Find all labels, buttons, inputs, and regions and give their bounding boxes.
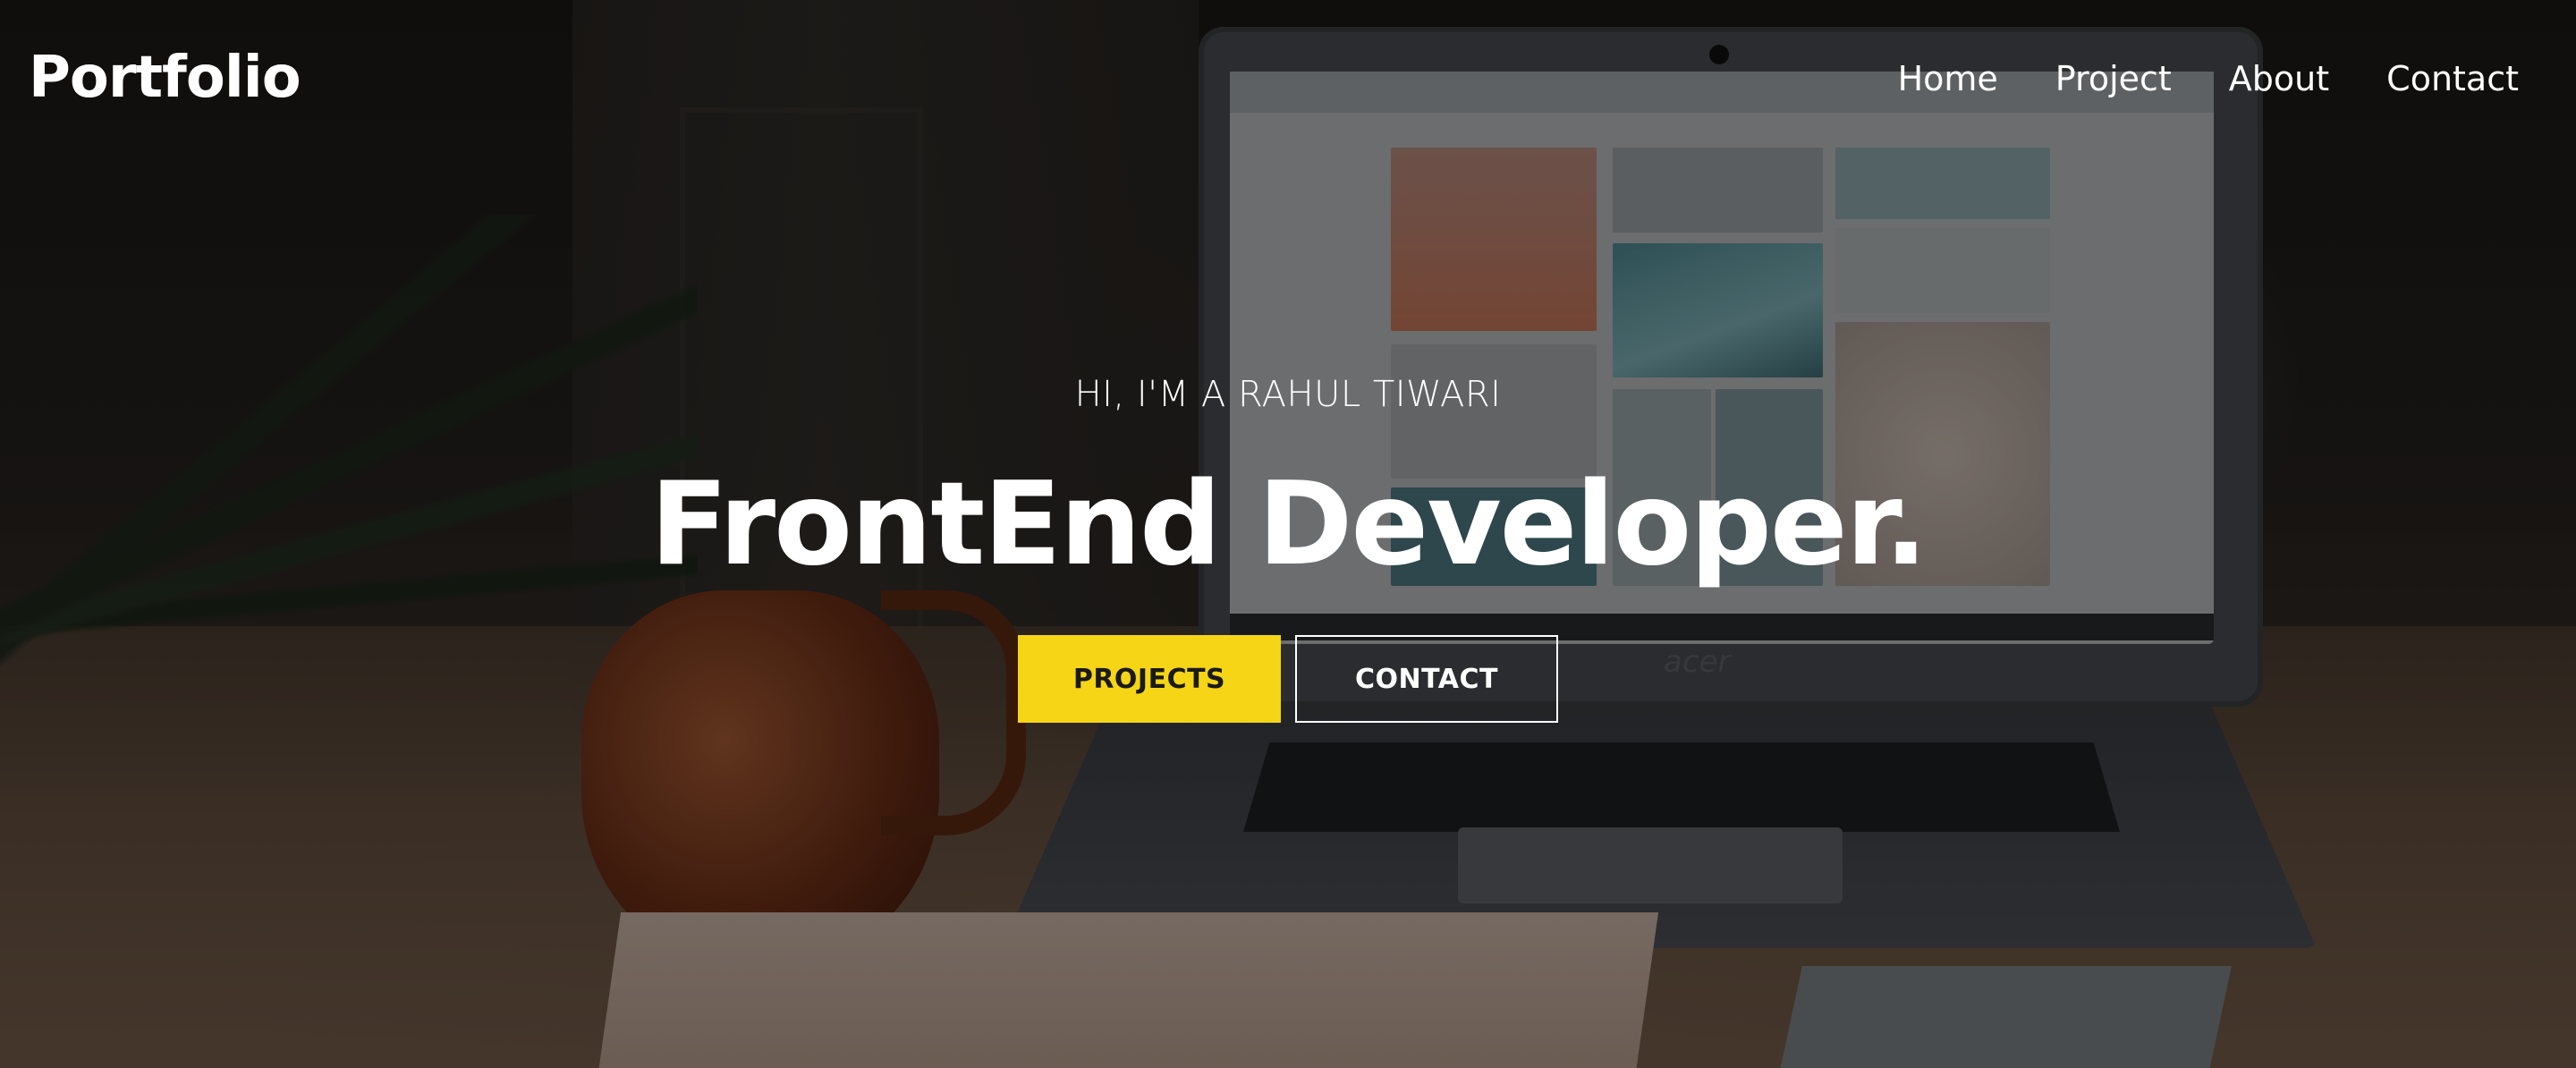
- hero-section: acer Portfolio Home Project About Contac…: [0, 0, 2576, 1068]
- nav-link-about[interactable]: About: [2229, 59, 2329, 98]
- nav-menu: Home Project About Contact: [1898, 59, 2519, 98]
- nav-link-home[interactable]: Home: [1898, 59, 1998, 98]
- cta-row: PROJECTS CONTACT: [0, 635, 2576, 723]
- navbar: Portfolio Home Project About Contact: [0, 0, 2576, 161]
- site-logo[interactable]: Portfolio: [29, 45, 301, 111]
- projects-button[interactable]: PROJECTS: [1018, 635, 1281, 723]
- contact-button[interactable]: CONTACT: [1295, 635, 1558, 723]
- hero-title: FrontEnd Developer.: [649, 458, 1928, 591]
- nav-link-project[interactable]: Project: [2055, 59, 2172, 98]
- hero-subtitle: HI, I'M A RAHUL TIWARI: [1074, 374, 1502, 415]
- nav-link-contact[interactable]: Contact: [2386, 59, 2519, 98]
